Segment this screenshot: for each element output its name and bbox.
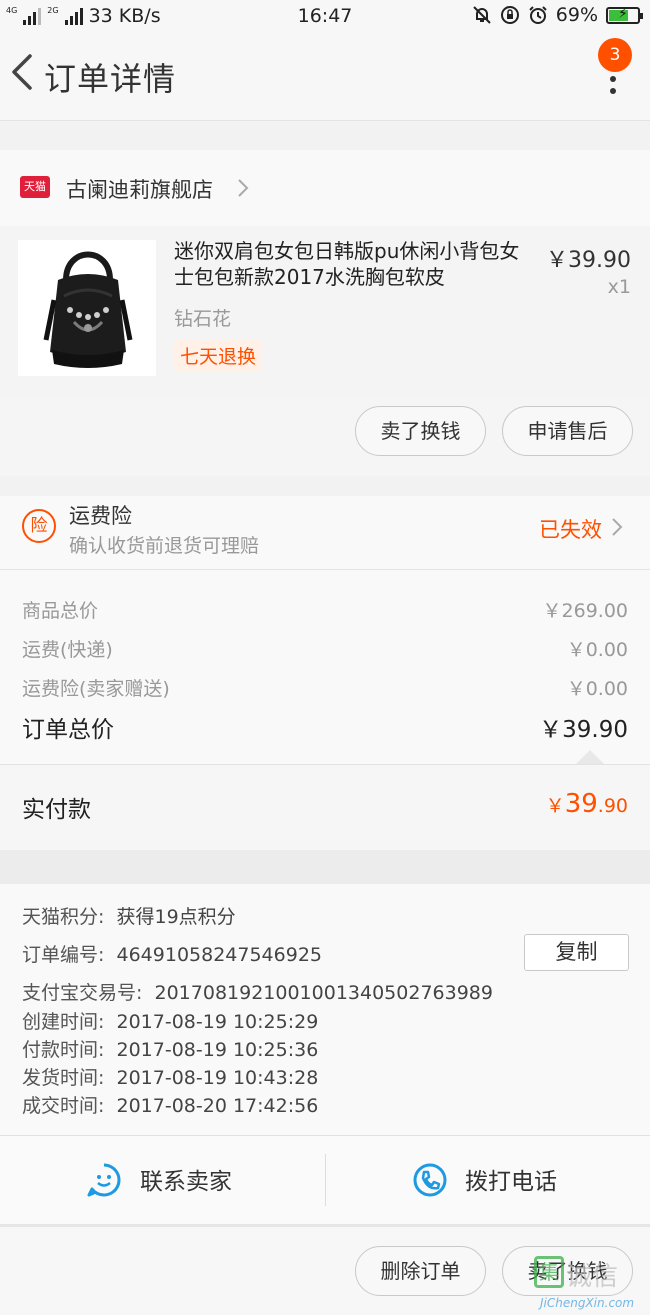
shipped-time-value: 2017-08-19 10:43:28: [116, 1067, 319, 1089]
order-total-value: ￥39.90: [539, 717, 628, 743]
payment-currency: ￥: [545, 795, 565, 817]
contact-seller-button[interactable]: 联系卖家: [0, 1136, 325, 1224]
order-number-line: 订单编号: 46491058247546925: [22, 940, 322, 967]
price-line: 商品总价 ￥269.00: [22, 596, 628, 623]
price-line-label: 运费(快递): [22, 639, 113, 661]
closed-time-value: 2017-08-20 17:42:56: [116, 1095, 319, 1117]
section-divider: [0, 850, 650, 884]
insurance-icon: 险: [22, 509, 56, 543]
paid-time-value: 2017-08-19 10:25:36: [116, 1039, 319, 1061]
payment-decimal: .90: [597, 795, 628, 817]
points-line: 天猫积分: 获得19点积分: [22, 902, 236, 929]
insurance-status: 已失效: [539, 518, 602, 542]
product-item[interactable]: 迷你双肩包女包日韩版pu休闲小背包女士包包新款2017水洗胸包软皮 钻石花 七天…: [0, 226, 650, 396]
paid-time-line: 付款时间: 2017-08-19 10:25:36: [22, 1035, 318, 1062]
price-line-value: ￥0.00: [566, 639, 628, 661]
backpack-image: [43, 251, 133, 368]
alipay-label: 支付宝交易号:: [22, 982, 143, 1004]
product-quantity: x1: [607, 276, 631, 298]
product-title[interactable]: 迷你双肩包女包日韩版pu休闲小背包女士包包新款2017水洗胸包软皮: [174, 238, 534, 290]
product-price: ￥39.90: [546, 248, 631, 273]
back-arrow-icon[interactable]: [8, 52, 36, 92]
call-phone-label: 拨打电话: [465, 1169, 557, 1195]
shop-name[interactable]: 古阑迪莉旗舰店: [66, 174, 213, 204]
contact-seller-label: 联系卖家: [140, 1169, 232, 1195]
order-card: 天猫 古阑迪莉旗舰店 迷你双肩包女包日韩版pu休闲小背包女士包包新款2017水洗…: [0, 150, 650, 476]
mute-icon: [473, 6, 491, 24]
tmall-logo-icon: 天猫: [20, 176, 50, 198]
payment-integer: 39: [564, 789, 598, 819]
notification-badge: 3: [598, 38, 632, 72]
product-image[interactable]: [18, 240, 156, 376]
alarm-icon: [529, 6, 547, 24]
shipping-insurance-row[interactable]: 险 运费险 确认收货前退货可理赔 已失效: [0, 496, 650, 570]
apply-aftersale-button[interactable]: 申请售后: [502, 406, 633, 456]
points-value: 获得19点积分: [116, 906, 236, 928]
watermark-logo: 集 诚信 JiChengXin.com: [532, 1252, 650, 1315]
created-time-line: 创建时间: 2017-08-19 10:25:29: [22, 1007, 318, 1034]
alipay-line: 支付宝交易号: 2017081921001001340502763989: [22, 978, 493, 1005]
copy-order-number-button[interactable]: 复制: [524, 934, 629, 971]
points-label: 天猫积分:: [22, 906, 105, 928]
phone-icon: [413, 1163, 447, 1197]
page-title: 订单详情: [44, 60, 177, 98]
price-line-value: ￥269.00: [542, 600, 628, 622]
price-line-label: 商品总价: [22, 600, 99, 622]
order-info: 天猫积分: 获得19点积分 订单编号: 46491058247546925 复制…: [0, 884, 650, 1136]
shipped-time-label: 发货时间:: [22, 1067, 105, 1089]
price-line: 运费(快递) ￥0.00: [22, 635, 628, 662]
contact-row: 联系卖家 拨打电话: [0, 1136, 650, 1224]
return-policy-tag: 七天退换: [174, 340, 263, 371]
watermark-en: JiChengXin.com: [540, 1296, 635, 1310]
battery-percent: 69%: [555, 4, 598, 26]
section-divider: [0, 120, 650, 150]
chevron-right-icon: [612, 518, 623, 536]
actual-payment-label: 实付款: [22, 797, 91, 823]
price-line-value: ￥0.00: [566, 678, 628, 700]
order-total-label: 订单总价: [22, 717, 114, 743]
insurance-subtitle: 确认收货前退货可理赔: [69, 535, 260, 557]
rotation-lock-icon: [500, 6, 519, 24]
price-summary: 商品总价 ￥269.00 运费(快递) ￥0.00 运费险(卖家赠送) ￥0.0…: [0, 570, 650, 764]
actual-payment-value: ￥39.90: [546, 789, 628, 819]
charging-icon: ⚡: [618, 5, 628, 22]
expand-notch: [576, 750, 604, 764]
order-number-label: 订单编号:: [22, 944, 105, 966]
shop-row[interactable]: 天猫 古阑迪莉旗舰店: [0, 150, 650, 226]
delete-order-button[interactable]: 删除订单: [355, 1246, 486, 1296]
closed-time-line: 成交时间: 2017-08-20 17:42:56: [22, 1091, 318, 1118]
order-total-line: 订单总价 ￥39.90: [22, 710, 628, 744]
paid-time-label: 付款时间:: [22, 1039, 105, 1061]
order-number-value[interactable]: 46491058247546925: [117, 944, 323, 966]
battery-icon: ⚡: [606, 5, 643, 24]
shipped-time-line: 发货时间: 2017-08-19 10:43:28: [22, 1063, 318, 1090]
chevron-right-icon: [238, 179, 249, 197]
sell-for-cash-button[interactable]: 卖了换钱: [355, 406, 486, 456]
watermark-glyph: 集: [534, 1256, 564, 1288]
closed-time-label: 成交时间:: [22, 1095, 105, 1117]
actual-payment-row: 实付款 ￥39.90: [0, 764, 650, 850]
created-time-value: 2017-08-19 10:25:29: [116, 1011, 319, 1033]
price-line: 运费险(卖家赠送) ￥0.00: [22, 674, 628, 701]
status-right: 69% ⚡: [472, 4, 643, 26]
status-bar: 4G 2G 33 KB/s 16:47 69% ⚡: [0, 0, 650, 34]
alipay-value: 2017081921001001340502763989: [154, 982, 493, 1004]
watermark-cn: 诚信: [566, 1262, 619, 1292]
call-phone-button[interactable]: 拨打电话: [326, 1136, 650, 1224]
product-sku: 钻石花: [174, 308, 232, 330]
price-line-label: 运费险(卖家赠送): [22, 678, 170, 700]
insurance-title: 运费险: [69, 504, 132, 528]
nav-bar: 订单详情 3: [0, 34, 650, 120]
created-time-label: 创建时间:: [22, 1011, 105, 1033]
chat-icon: [87, 1163, 121, 1197]
